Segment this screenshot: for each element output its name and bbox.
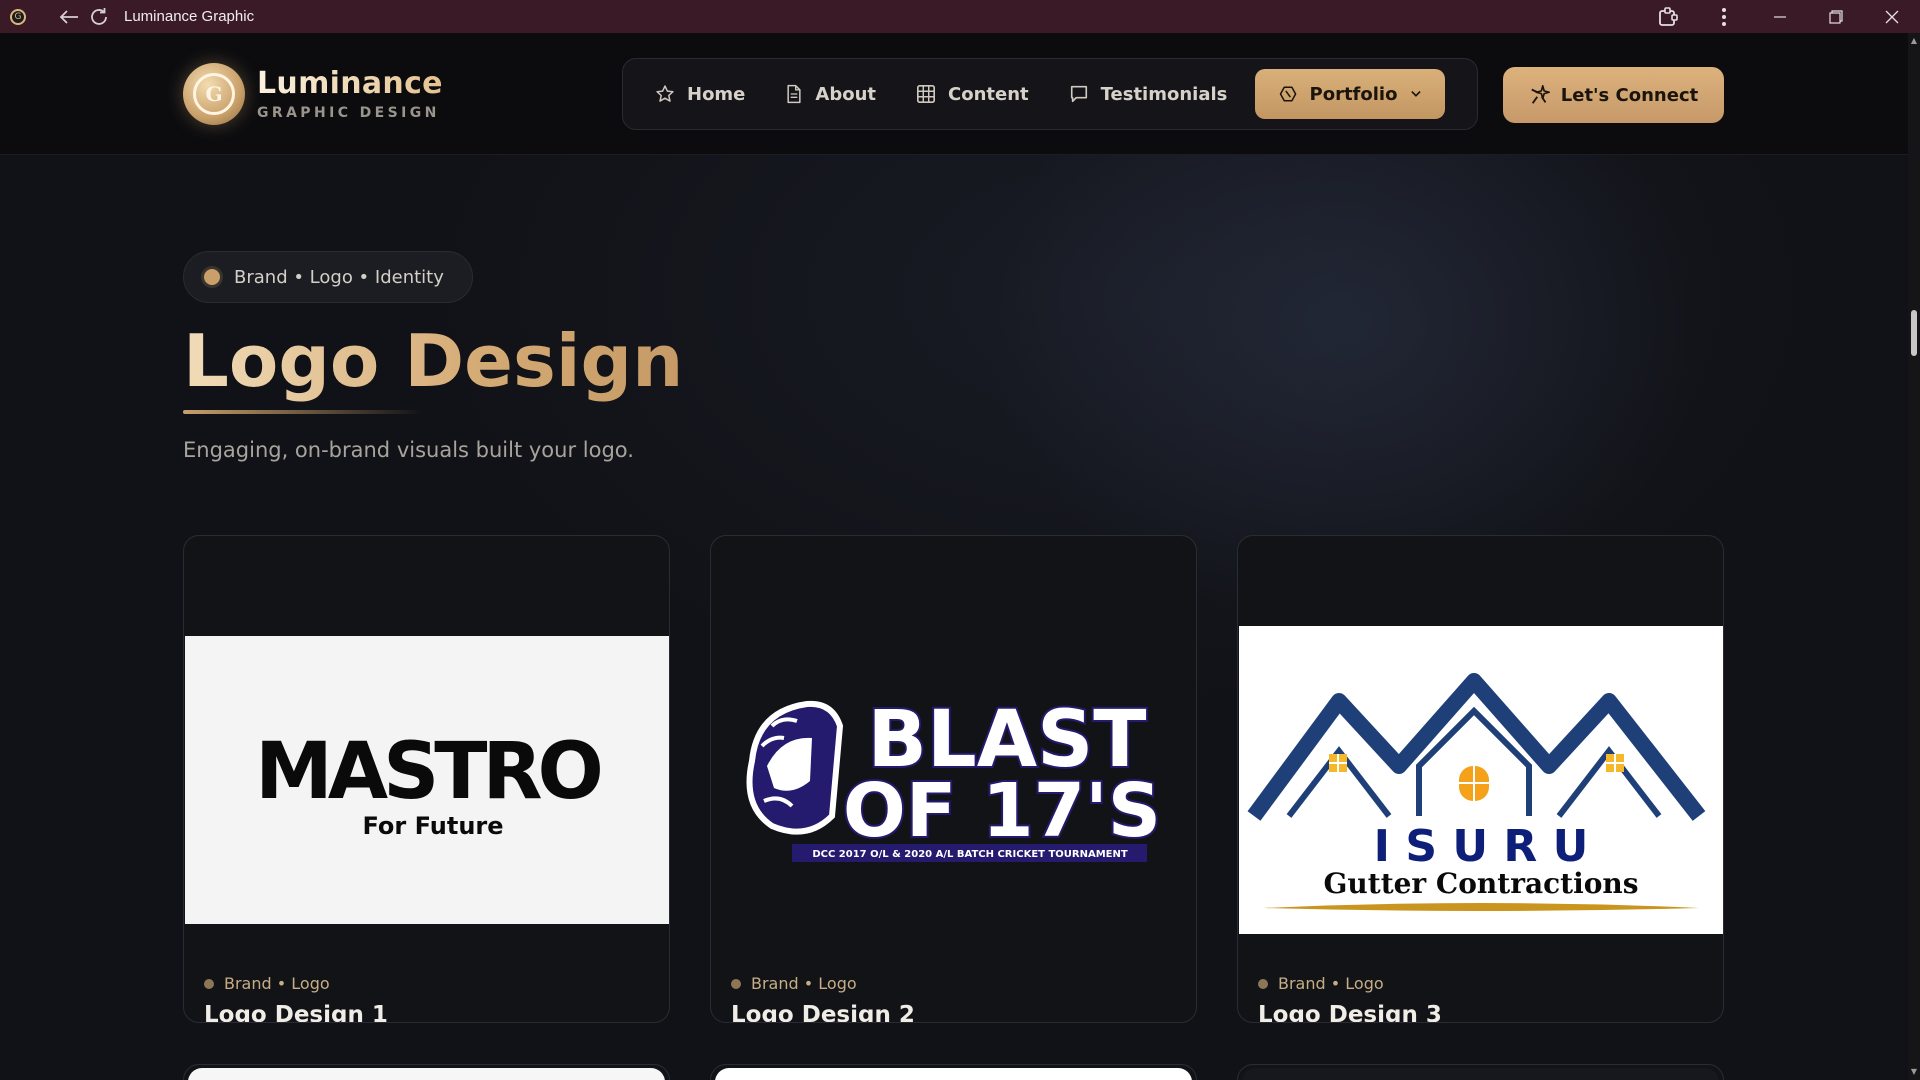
category-dot	[204, 978, 214, 989]
lets-connect-button[interactable]: Let's Connect	[1503, 67, 1724, 123]
back-arrow-icon[interactable]	[54, 2, 84, 32]
chevron-down-icon	[1411, 90, 1422, 97]
more-options-icon[interactable]	[1696, 0, 1752, 33]
nav-item-portfolio[interactable]: Portfolio	[1255, 69, 1446, 119]
reload-icon[interactable]	[84, 2, 114, 32]
brand[interactable]: G Luminance GRAPHIC DESIGN	[183, 63, 443, 125]
nav-label-about: About	[815, 83, 877, 105]
card-category: Brand • Logo	[1258, 974, 1384, 993]
chat-icon	[1070, 85, 1087, 103]
portfolio-card-6[interactable]	[1237, 1064, 1724, 1080]
house-roof-emblem	[1247, 673, 1706, 821]
swoosh-underline	[1264, 903, 1699, 911]
nav-item-testimonials[interactable]: Testimonials	[1049, 69, 1248, 119]
portfolio-card-1[interactable]: MASTRO For Future Brand • Logo Logo Desi…	[183, 535, 670, 1023]
cta-label: Let's Connect	[1560, 84, 1699, 106]
logo-thumbnail-1: MASTRO For Future	[185, 636, 669, 924]
page-title: Logo Design	[183, 316, 683, 406]
card-category-label: Brand • Logo	[1278, 974, 1384, 993]
card-category-label: Brand • Logo	[751, 974, 857, 993]
card-title: Logo Design 1	[204, 1002, 388, 1023]
grid-icon	[917, 85, 936, 103]
card-title: Logo Design 2	[731, 1002, 915, 1023]
card-title: Logo Design 3	[1258, 1002, 1442, 1023]
scroll-thumb[interactable]	[1911, 310, 1917, 356]
mastro-wordmark: MASTRO	[255, 727, 600, 817]
window-title: Luminance Graphic	[124, 8, 255, 25]
portfolio-card-2[interactable]: BLAST OF 17'S DCC 2017 O/L & 2020 A/L BA…	[710, 535, 1197, 1023]
scroll-up-arrow-icon[interactable]: ▲	[1910, 37, 1918, 45]
lion-emblem	[746, 700, 844, 835]
scroll-down-arrow-icon[interactable]: ▼	[1910, 1068, 1918, 1076]
portfolio-card-5[interactable]	[710, 1064, 1197, 1080]
logo-thumbnail-4	[188, 1068, 665, 1080]
tagline-dot	[204, 269, 220, 285]
nav-label-home: Home	[687, 83, 746, 105]
site-header: G Luminance GRAPHIC DESIGN Home About Co…	[0, 33, 1908, 155]
nav-label-portfolio: Portfolio	[1309, 83, 1398, 105]
isuru-wordmark: I S U R U	[1374, 821, 1589, 872]
nav-item-home[interactable]: Home	[635, 69, 765, 119]
nav-label-testimonials: Testimonials	[1100, 83, 1228, 105]
card-category-label: Brand • Logo	[224, 974, 330, 993]
brand-subtitle: GRAPHIC DESIGN	[257, 105, 440, 121]
category-dot	[731, 978, 741, 989]
brand-logo-glyph: G	[193, 73, 235, 115]
blast-caption: DCC 2017 O/L & 2020 A/L BATCH CRICKET TO…	[812, 849, 1128, 860]
close-icon[interactable]	[1864, 0, 1920, 33]
restore-icon[interactable]	[1808, 0, 1864, 33]
logo-thumbnail-5	[715, 1068, 1192, 1080]
nav-item-about[interactable]: About	[765, 69, 896, 119]
tagline-text: Brand • Logo • Identity	[234, 266, 444, 288]
portfolio-card-3[interactable]: I S U R U Gutter Contractions Brand • Lo…	[1237, 535, 1724, 1023]
document-icon	[787, 84, 801, 104]
sparkle-icon	[1531, 85, 1550, 104]
brand-name: Luminance	[257, 66, 443, 101]
app-icon: G	[10, 8, 26, 25]
mastro-tagline: For Future	[362, 812, 503, 840]
logo-thumbnail-3: I S U R U Gutter Contractions	[1239, 626, 1723, 934]
page-subtitle: Engaging, on-brand visuals built your lo…	[183, 438, 634, 462]
portfolio-card-4[interactable]	[183, 1064, 670, 1080]
hexagon-icon	[1280, 86, 1297, 102]
blast-line-2: OF 17'S	[843, 768, 1161, 854]
category-dot	[1258, 978, 1268, 989]
nav-label-content: Content	[948, 83, 1029, 105]
brand-logo: G	[183, 63, 245, 125]
page-content: G Luminance GRAPHIC DESIGN Home About Co…	[0, 33, 1908, 1080]
minimize-icon[interactable]	[1752, 0, 1808, 33]
card-category: Brand • Logo	[731, 974, 857, 993]
logo-thumbnail-6	[1242, 1068, 1719, 1080]
title-underline	[183, 410, 423, 414]
card-category: Brand • Logo	[204, 974, 330, 993]
star-icon	[656, 85, 674, 102]
isuru-tagline: Gutter Contractions	[1323, 867, 1638, 900]
window-titlebar: G Luminance Graphic	[0, 0, 1920, 33]
category-tagline: Brand • Logo • Identity	[183, 251, 473, 303]
logo-thumbnail-2: BLAST OF 17'S DCC 2017 O/L & 2020 A/L BA…	[712, 666, 1196, 896]
main-nav: Home About Content Testimonials Portfoli…	[622, 58, 1478, 130]
extensions-icon[interactable]	[1640, 0, 1696, 33]
nav-item-content[interactable]: Content	[896, 69, 1049, 119]
page-scrollbar[interactable]: ▲ ▼	[1908, 33, 1920, 1080]
